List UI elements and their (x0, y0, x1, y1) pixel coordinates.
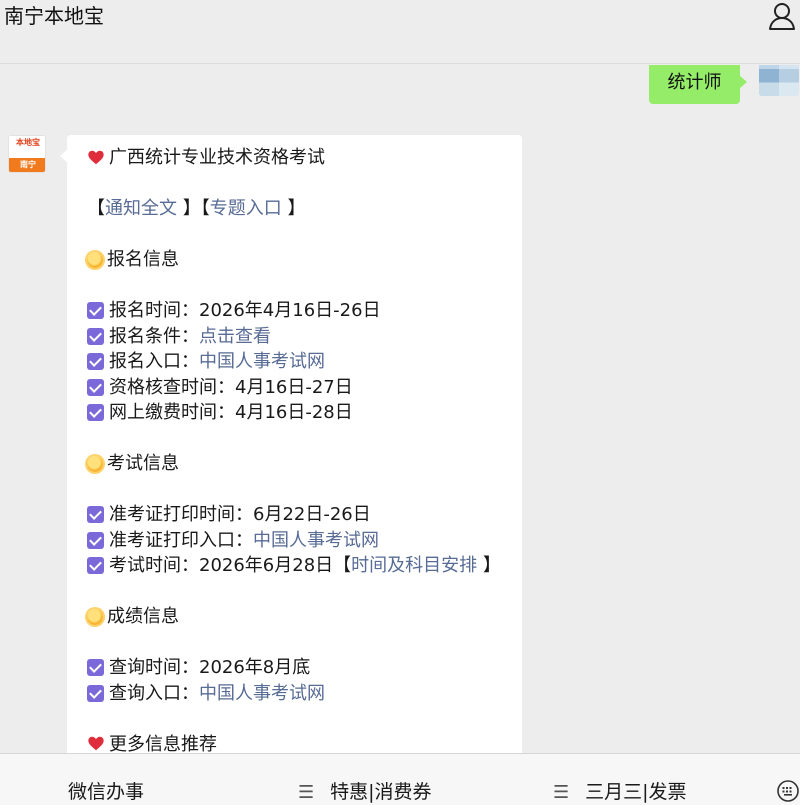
item-label: 查询入口： (109, 682, 199, 704)
item-label: 考试时间： (109, 555, 199, 576)
item-link[interactable]: 中国人事考试网 (253, 528, 379, 554)
info-item: 准考证打印时间： 6月22日-26日 (87, 502, 507, 528)
official-account-avatar[interactable]: 本地宝 南宁 (8, 135, 46, 173)
chat-window: 南宁本地宝 统计师 本地宝 南宁 广西统计专业技术资格考试 【 通知全文 】【 … (0, 0, 800, 805)
info-item: 资格核查时间： 4月16日-27日 (87, 375, 507, 401)
item-label: 准考证打印时间： (109, 504, 253, 525)
avatar-city-text: 南宁 (9, 158, 45, 172)
item-link[interactable]: 时间及科目安排 (351, 553, 477, 579)
sun-icon (87, 608, 103, 625)
info-item: 报名时间： 2026年4月16日-26日 (87, 298, 507, 324)
item-label: 准考证打印入口： (109, 529, 253, 551)
more-text: 更多信息推荐 (109, 733, 217, 754)
checkbox-icon (87, 531, 104, 549)
checkbox-icon (87, 404, 104, 422)
quick-links: 【 通知全文 】【 专题入口 】 (87, 196, 507, 222)
notice-link[interactable]: 通知全文 (105, 196, 177, 222)
checkbox-icon (87, 302, 104, 320)
user-avatar[interactable] (759, 65, 799, 96)
item-label: 资格核查时间： (109, 376, 235, 398)
checkbox-icon (87, 353, 104, 371)
info-item: 准考证打印入口： 中国人事考试网 (87, 528, 507, 554)
topic-link[interactable]: 专题入口 (210, 196, 282, 222)
info-item: 考试时间： 2026年6月28日【时间及科目安排 】 (87, 553, 507, 579)
info-item: 报名入口： 中国人事考试网 (87, 349, 507, 375)
item-value: 2026年6月28日 (199, 555, 334, 576)
item-link[interactable]: 中国人事考试网 (199, 349, 325, 375)
info-item: 查询时间： 2026年8月底 (87, 655, 507, 681)
checkbox-icon (87, 378, 104, 396)
info-item: 报名条件： 点击查看 (87, 324, 507, 350)
checkbox-icon (87, 684, 104, 702)
menu-item-wechat-service[interactable]: 微信办事 (68, 754, 144, 805)
hamburger-icon: ☰ (298, 782, 315, 803)
sun-icon (87, 455, 103, 472)
menu-label: 三月三|发票 (585, 781, 687, 803)
heart-icon (88, 150, 104, 165)
bracket-open: 【 (333, 555, 352, 576)
info-sections: 报名信息 报名时间： 2026年4月16日-26日 报名条件： 点击查看 报名入口： 中国人… (87, 222, 507, 707)
section-title: 报名信息 (107, 249, 179, 270)
message-body: 广西统计专业技术资格考试 【 通知全文 】【 专题入口 】 报名信息 报名时间： 2… (87, 145, 507, 753)
message-heading: 广西统计专业技术资格考试 (87, 145, 507, 171)
section-title: 考试信息 (107, 453, 179, 474)
bottom-menu: 微信办事 ☰ 特惠|消费券 ☰ 三月三|发票 (0, 753, 800, 805)
outgoing-message[interactable]: 统计师 (649, 65, 747, 104)
section-heading: 成绩信息 (87, 604, 507, 630)
checkbox-icon (87, 659, 104, 677)
checkbox-icon (87, 327, 104, 345)
keyboard-icon[interactable] (776, 778, 800, 804)
item-label: 查询时间： (109, 657, 199, 678)
message-list: 统计师 本地宝 南宁 广西统计专业技术资格考试 【 通知全文 】【 专题入口 】… (0, 65, 800, 753)
bracket-open: 【 (87, 198, 105, 219)
bracket-close: 】 (477, 555, 501, 576)
item-label: 报名条件： (109, 325, 199, 347)
chat-title: 南宁本地宝 (4, 4, 104, 28)
menu-item-invoice[interactable]: ☰ 三月三|发票 (553, 754, 687, 805)
more-heading: 更多信息推荐 (87, 732, 507, 754)
menu-item-discounts[interactable]: ☰ 特惠|消费券 (298, 754, 432, 805)
item-value: 2026年8月底 (199, 657, 311, 678)
incoming-message: 广西统计专业技术资格考试 【 通知全文 】【 专题入口 】 报名信息 报名时间： 2… (60, 135, 522, 753)
item-label: 网上缴费时间： (109, 402, 235, 423)
item-value: 6月22日-26日 (253, 504, 371, 525)
chat-header: 南宁本地宝 (0, 0, 800, 64)
item-value: 2026年4月16日-26日 (199, 300, 381, 321)
menu-label: 微信办事 (68, 781, 145, 803)
section-heading: 考试信息 (87, 451, 507, 477)
item-link[interactable]: 点击查看 (199, 324, 271, 350)
item-value: 4月16日-28日 (235, 402, 353, 423)
heart-icon (88, 737, 104, 751)
checkbox-icon (87, 506, 104, 524)
item-label: 报名时间： (109, 300, 199, 321)
checkbox-icon (87, 557, 104, 575)
item-link[interactable]: 中国人事考试网 (199, 681, 325, 707)
item-label: 报名入口： (109, 351, 199, 372)
section-title: 成绩信息 (107, 606, 179, 627)
item-value: 4月16日-27日 (235, 376, 353, 398)
avatar-logo-text: 本地宝 (9, 136, 45, 160)
bracket-separator: 】【 (177, 198, 210, 219)
info-item: 查询入口： 中国人事考试网 (87, 681, 507, 707)
info-item: 网上缴费时间： 4月16日-28日 (87, 400, 507, 426)
heading-text: 广西统计专业技术资格考试 (109, 147, 325, 168)
person-icon[interactable] (766, 0, 798, 32)
hamburger-icon: ☰ (553, 782, 570, 803)
sun-icon (87, 251, 103, 268)
menu-label: 特惠|消费券 (330, 781, 432, 803)
bracket-close: 】 (281, 198, 306, 219)
section-heading: 报名信息 (87, 247, 507, 273)
